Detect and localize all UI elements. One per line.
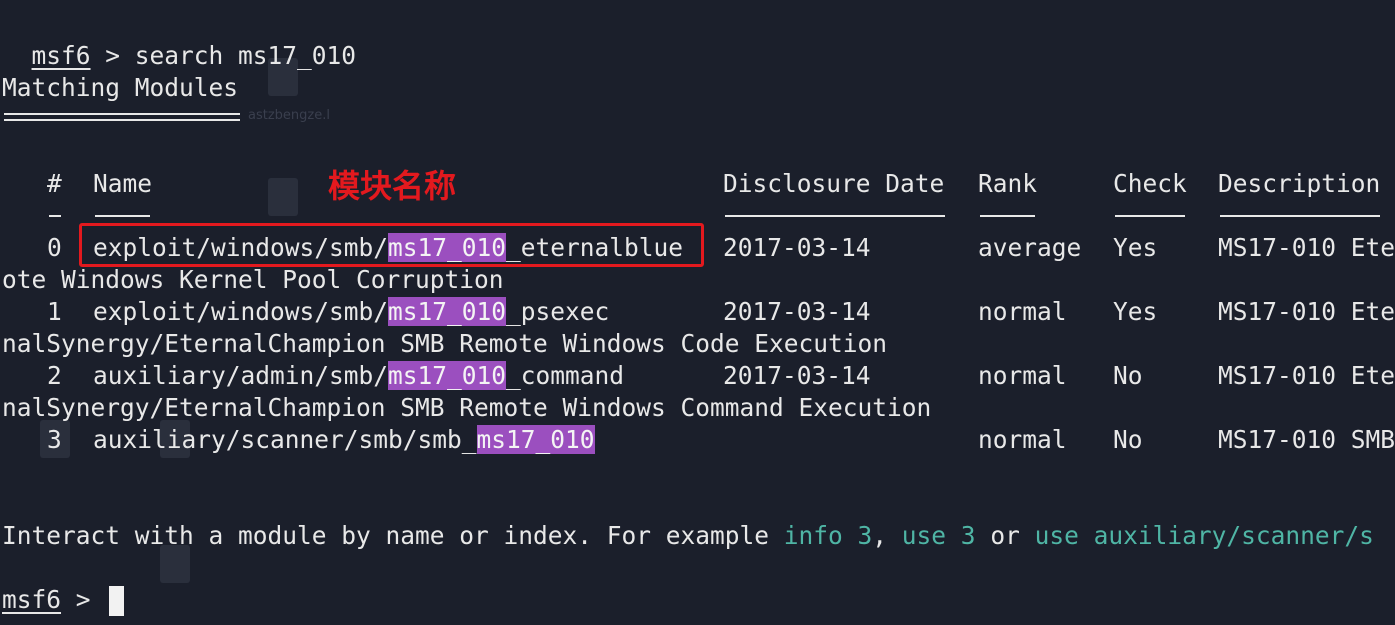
description: MS17-010 Ete	[1218, 297, 1395, 326]
row-num: 0	[47, 233, 62, 262]
module-suffix: _psexec	[506, 297, 610, 326]
hint-command: use auxiliary/scanner/s	[1034, 521, 1374, 550]
module-name[interactable]: auxiliary/admin/smb/ms17_010_command	[93, 360, 624, 392]
row-num: 1	[47, 297, 62, 326]
divider	[980, 215, 1035, 217]
check: No	[1113, 425, 1143, 454]
check: Yes	[1113, 233, 1158, 262]
rank: normal	[978, 425, 1067, 454]
description-wrap: ote Windows Kernel Pool Corruption	[2, 265, 504, 294]
module-path: exploit/windows/smb/	[93, 297, 389, 326]
desktop-label: astzbengze.l	[248, 108, 330, 123]
col-header-rank: Rank	[978, 169, 1038, 198]
col-header-check: Check	[1113, 169, 1187, 198]
rank: average	[978, 233, 1082, 262]
col-header-desc: Description	[1218, 169, 1381, 198]
description-wrap: nalSynergy/EternalChampion SMB Remote Wi…	[2, 329, 888, 358]
divider	[725, 215, 945, 217]
rank: normal	[978, 297, 1067, 326]
col-header-date: Disclosure Date	[723, 169, 945, 198]
prompt-separator: >	[90, 41, 135, 70]
prompt-label: msf6	[2, 585, 62, 614]
check: No	[1113, 361, 1143, 390]
search-match: ms17_010	[476, 425, 595, 454]
annotation-label: 模块名称	[328, 167, 457, 205]
description: MS17-010 Ete	[1218, 233, 1395, 262]
divider	[49, 215, 61, 217]
command-line: msf6 > search ms17_010	[2, 8, 357, 70]
hint-text: Interact with a module by name or index.…	[2, 521, 784, 550]
divider	[1220, 215, 1380, 217]
divider	[95, 215, 150, 217]
usage-hint: Interact with a module by name or index.…	[2, 520, 1374, 552]
search-match: ms17_010	[388, 297, 507, 326]
module-suffix: _command	[506, 361, 625, 390]
rank: normal	[978, 361, 1067, 390]
section-heading: Matching Modules	[2, 73, 239, 102]
module-path: auxiliary/admin/smb/	[93, 361, 389, 390]
check: Yes	[1113, 297, 1158, 326]
search-match: ms17_010	[388, 361, 507, 390]
module-name[interactable]: exploit/windows/smb/ms17_010_psexec	[93, 296, 609, 328]
prompt-separator: >	[61, 585, 106, 614]
disclosure-date: 2017-03-14	[723, 361, 871, 390]
col-header-num: #	[47, 169, 62, 198]
hint-text: ,	[872, 521, 902, 550]
annotation-box	[79, 223, 704, 267]
description: MS17-010 Ete	[1218, 361, 1395, 390]
row-num: 2	[47, 361, 62, 390]
description: MS17-010 SMB	[1218, 425, 1395, 454]
file-icon	[268, 178, 298, 216]
disclosure-date: 2017-03-14	[723, 233, 871, 262]
hint-command: use 3	[901, 521, 976, 550]
prompt-label: msf6	[31, 41, 91, 70]
module-name[interactable]: auxiliary/scanner/smb/smb_ms17_010	[93, 424, 595, 456]
module-path: auxiliary/scanner/smb/smb_	[93, 425, 477, 454]
input-line[interactable]: msf6 >	[2, 584, 125, 616]
col-header-name: Name	[93, 169, 153, 198]
hint-command: info 3	[783, 521, 873, 550]
divider	[1115, 215, 1185, 217]
text-cursor	[109, 586, 125, 616]
hint-text: or	[975, 521, 1035, 550]
disclosure-date: 2017-03-14	[723, 297, 871, 326]
description-wrap: nalSynergy/EternalChampion SMB Remote Wi…	[2, 393, 932, 422]
command-text: search ms17_010	[134, 41, 357, 70]
heading-underline	[4, 113, 240, 121]
row-num: 3	[47, 425, 62, 454]
